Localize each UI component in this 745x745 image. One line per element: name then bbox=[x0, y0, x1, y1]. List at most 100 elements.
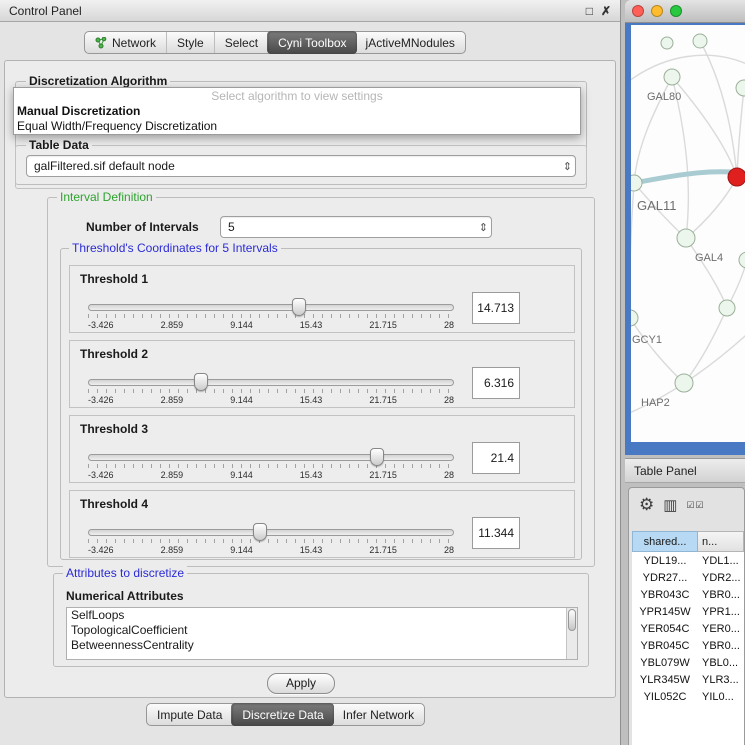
control-panel-window: Control Panel □ ✗ Network Style Select C… bbox=[0, 0, 621, 745]
slider-scale: -3.4262.8599.14415.4321.71528 bbox=[88, 470, 454, 480]
network-node[interactable] bbox=[736, 80, 745, 96]
select-all-checkboxes-icon[interactable]: ☑☑ bbox=[686, 500, 704, 511]
table-row[interactable]: YLR345WYLR3... bbox=[632, 671, 744, 688]
close-traffic-light[interactable] bbox=[632, 5, 644, 17]
table-row[interactable]: YIL052CYIL0... bbox=[632, 688, 744, 705]
network-node[interactable] bbox=[739, 252, 745, 268]
table-row[interactable]: YER054CYER0... bbox=[632, 620, 744, 637]
table-panel-title: Table Panel bbox=[634, 464, 697, 478]
table-data-value: galFiltered.sif default node bbox=[34, 159, 175, 173]
slider-scale-label: 15.43 bbox=[300, 545, 323, 555]
slider-scale-label: -3.426 bbox=[88, 395, 114, 405]
gear-icon[interactable]: ⚙ bbox=[639, 495, 654, 515]
column-header-name[interactable]: n... bbox=[698, 531, 744, 552]
tab-jactivemnodules[interactable]: jActiveMNodules bbox=[356, 32, 465, 53]
tab-discretize-data[interactable]: Discretize Data bbox=[231, 703, 333, 726]
tab-style[interactable]: Style bbox=[166, 32, 214, 53]
slider-scale-label: 21.715 bbox=[369, 395, 397, 405]
threshold-slider[interactable]: -3.4262.8599.14415.4321.71528 bbox=[88, 529, 454, 555]
numerical-attributes-list[interactable]: SelfLoopsTopologicalCoefficientBetweenne… bbox=[66, 607, 578, 660]
control-panel-titlebar: Control Panel □ ✗ bbox=[0, 0, 620, 22]
number-of-intervals-combobox[interactable]: 5 ⇕ bbox=[220, 216, 492, 238]
threshold-slider[interactable]: -3.4262.8599.14415.4321.71528 bbox=[88, 304, 454, 330]
attributes-scrollbar[interactable] bbox=[566, 608, 577, 659]
table-data-combobox[interactable]: galFiltered.sif default node ⇕ bbox=[26, 155, 576, 177]
tab-infer-network[interactable]: Infer Network bbox=[333, 704, 424, 725]
threshold-value-field[interactable]: 14.713 bbox=[472, 292, 520, 324]
network-node[interactable] bbox=[664, 69, 680, 85]
algorithm-option-equal-width[interactable]: Equal Width/Frequency Discretization bbox=[14, 119, 580, 134]
threshold-value-field[interactable]: 21.4 bbox=[472, 442, 520, 474]
tab-network[interactable]: Network bbox=[85, 32, 166, 53]
table-cell: YBL079W bbox=[632, 657, 698, 669]
slider-ticks bbox=[88, 314, 454, 318]
threshold-slider[interactable]: -3.4262.8599.14415.4321.71528 bbox=[88, 454, 454, 480]
close-window-icon[interactable]: ✗ bbox=[601, 4, 611, 18]
threshold-slider[interactable]: -3.4262.8599.14415.4321.71528 bbox=[88, 379, 454, 405]
table-cell: YBR0... bbox=[698, 640, 744, 652]
slider-thumb[interactable] bbox=[253, 523, 267, 541]
table-cell: YDR27... bbox=[632, 572, 698, 584]
scrollbar-thumb[interactable] bbox=[568, 609, 576, 631]
network-node[interactable] bbox=[631, 310, 638, 326]
table-row[interactable]: YBR043CYBR0... bbox=[632, 586, 744, 603]
network-node-label: HAP2 bbox=[641, 397, 670, 409]
threshold-value-field[interactable]: 6.316 bbox=[472, 367, 520, 399]
table-column-headers: shared... n... bbox=[632, 531, 744, 552]
column-header-shared-name[interactable]: shared... bbox=[632, 531, 698, 552]
slider-scale-label: 15.43 bbox=[300, 320, 323, 330]
table-row[interactable]: YPR145WYPR1... bbox=[632, 603, 744, 620]
apply-button[interactable]: Apply bbox=[267, 673, 335, 694]
table-row[interactable]: YBR045CYBR0... bbox=[632, 637, 744, 654]
attributes-to-discretize-group: Attributes to discretize Numerical Attri… bbox=[53, 573, 589, 667]
algorithm-option-manual[interactable]: Manual Discretization bbox=[14, 104, 580, 119]
table-cell: YBR043C bbox=[632, 589, 698, 601]
slider-scale-label: -3.426 bbox=[88, 545, 114, 555]
attribute-item[interactable]: SelfLoops bbox=[67, 608, 577, 623]
slider-thumb[interactable] bbox=[370, 448, 384, 466]
threshold-label: Threshold 3 bbox=[80, 422, 148, 436]
tab-impute-data[interactable]: Impute Data bbox=[147, 704, 232, 725]
slider-thumb[interactable] bbox=[194, 373, 208, 391]
table-cell: YPR145W bbox=[632, 606, 698, 618]
network-node[interactable] bbox=[693, 34, 707, 48]
slider-track[interactable] bbox=[88, 454, 454, 461]
threshold-label: Threshold 2 bbox=[80, 347, 148, 361]
thresholds-group: Threshold's Coordinates for 5 Intervals … bbox=[60, 248, 582, 560]
tab-label: Impute Data bbox=[157, 708, 222, 722]
tab-label: Select bbox=[225, 36, 258, 50]
threshold-value-field[interactable]: 11.344 bbox=[472, 517, 520, 549]
table-row[interactable]: YDL19...YDL1... bbox=[632, 552, 744, 569]
slider-scale: -3.4262.8599.14415.4321.71528 bbox=[88, 320, 454, 330]
table-row[interactable]: YDR27...YDR2... bbox=[632, 569, 744, 586]
network-node-label: GCY1 bbox=[632, 334, 662, 346]
network-node[interactable] bbox=[631, 175, 642, 191]
network-node[interactable] bbox=[675, 374, 693, 392]
slider-scale-label: 2.859 bbox=[161, 320, 184, 330]
minimize-traffic-light[interactable] bbox=[651, 5, 663, 17]
slider-track[interactable] bbox=[88, 379, 454, 386]
attribute-item[interactable]: BetweennessCentrality bbox=[67, 638, 577, 653]
table-row[interactable]: YBL079WYBL0... bbox=[632, 654, 744, 671]
table-cell: YLR345W bbox=[632, 674, 698, 686]
table-cell: YBR0... bbox=[698, 589, 744, 601]
group-title: Attributes to discretize bbox=[63, 566, 187, 580]
table-cell: YBR045C bbox=[632, 640, 698, 652]
tab-label: Network bbox=[112, 36, 156, 50]
slider-thumb[interactable] bbox=[292, 298, 306, 316]
threshold-4-panel: Threshold 4 -3.4262.8599.14415.4321.7152… bbox=[69, 490, 575, 558]
tab-label: Infer Network bbox=[343, 708, 414, 722]
slider-track[interactable] bbox=[88, 304, 454, 311]
columns-icon[interactable]: ▥ bbox=[663, 496, 677, 514]
network-canvas[interactable]: GAL80GAL11GAL4GCY1HAP2 bbox=[631, 25, 745, 442]
network-node[interactable] bbox=[728, 168, 745, 186]
attribute-item[interactable]: TopologicalCoefficient bbox=[67, 623, 577, 638]
network-node[interactable] bbox=[677, 229, 695, 247]
tab-cyni-toolbox[interactable]: Cyni Toolbox bbox=[267, 31, 356, 54]
tab-select[interactable]: Select bbox=[214, 32, 268, 53]
network-node[interactable] bbox=[661, 37, 673, 49]
slider-track[interactable] bbox=[88, 529, 454, 536]
float-window-icon[interactable]: □ bbox=[586, 4, 593, 18]
network-node[interactable] bbox=[719, 300, 735, 316]
zoom-traffic-light[interactable] bbox=[670, 5, 682, 17]
